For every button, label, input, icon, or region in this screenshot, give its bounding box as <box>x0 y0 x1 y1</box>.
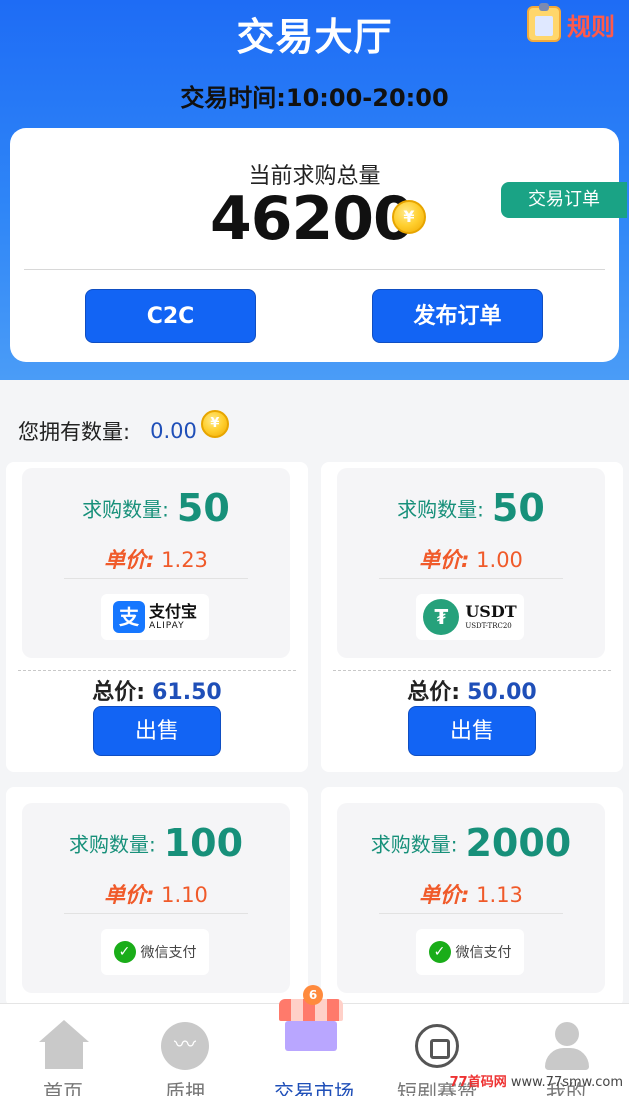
rules-label: 规则 <box>567 12 615 41</box>
home-icon <box>39 1020 89 1042</box>
dashed-divider <box>333 670 611 671</box>
payment-name: USDT <box>465 602 517 621</box>
divider <box>64 913 248 914</box>
divider <box>64 578 248 579</box>
tab-stake[interactable]: 〰 质押 <box>122 1004 248 1096</box>
alipay-logo: 支 支付宝 ALIPAY <box>101 594 209 640</box>
publish-order-button[interactable]: 发布订单 <box>372 289 543 343</box>
listing-inner: 求购数量: 50 单价: 1.00 ₮ USDT USDT-TRC20 <box>337 468 605 658</box>
alipay-icon: 支 <box>112 601 145 633</box>
shop-badge: 6 <box>303 985 323 1005</box>
rules-button[interactable]: 规则 <box>527 3 615 42</box>
price-label: 单价: <box>419 548 470 572</box>
total-label: 总价: <box>92 680 146 705</box>
qty-value: 50 <box>176 486 230 530</box>
divider <box>379 913 563 914</box>
payment-name: 微信支付 <box>455 945 512 961</box>
listing-card: 求购数量: 50 单价: 1.23 支 支付宝 ALIPAY 总价: 61.50 … <box>6 462 308 772</box>
qty-value: 50 <box>491 486 545 530</box>
coin-icon: ¥ <box>392 200 426 234</box>
header-banner: 交易大厅 规则 交易时间:10:00-20:00 当前求购总量 46200 ¥ … <box>0 0 629 380</box>
qty-label: 求购数量: <box>370 832 458 857</box>
divider <box>24 269 605 270</box>
payment-name: 微信支付 <box>140 945 197 961</box>
watermark: 77首码网 www.77smw.com <box>449 1075 623 1090</box>
payment-name: 支付宝 <box>148 601 197 621</box>
price-value: 1.23 <box>161 548 208 572</box>
price-label: 单价: <box>104 548 155 572</box>
qty-value: 2000 <box>465 821 572 865</box>
coin-icon: ¥ <box>200 410 229 438</box>
usdt-logo: ₮ USDT USDT-TRC20 <box>416 594 524 640</box>
trade-orders-button[interactable]: 交易订单 <box>501 182 627 218</box>
c2c-button[interactable]: C2C <box>85 289 256 343</box>
listing-inner: 求购数量: 50 单价: 1.23 支 支付宝 ALIPAY <box>22 468 290 658</box>
qty-label: 求购数量: <box>68 832 156 857</box>
wechat-icon: ✓ <box>113 941 136 963</box>
holding-row: 您拥有数量: 0.00 ¥ <box>18 410 229 446</box>
price-value: 1.13 <box>476 883 523 907</box>
sell-button[interactable]: 出售 <box>93 706 221 756</box>
sell-button[interactable]: 出售 <box>408 706 536 756</box>
holding-label: 您拥有数量: <box>18 420 131 444</box>
tab-label: 交易市场 <box>274 1080 354 1096</box>
listing-card: 求购数量: 2000 单价: 1.13 ✓ 微信支付 <box>321 787 623 1007</box>
tab-label: 质押 <box>165 1080 205 1096</box>
tab-label: 首页 <box>43 1080 83 1096</box>
wechat-icon: ✓ <box>428 941 451 963</box>
summary-total: 46200 <box>210 184 415 254</box>
price-label: 单价: <box>104 883 155 907</box>
total-label: 总价: <box>407 680 461 705</box>
tab-home[interactable]: 首页 <box>0 1004 126 1096</box>
price-value: 1.00 <box>476 548 523 572</box>
shop-icon[interactable]: 6 <box>275 985 347 1055</box>
listing-inner: 求购数量: 100 单价: 1.10 ✓ 微信支付 <box>22 803 290 993</box>
listing-card: 求购数量: 100 单价: 1.10 ✓ 微信支付 <box>6 787 308 1007</box>
price-label: 单价: <box>419 883 470 907</box>
user-icon <box>555 1022 579 1046</box>
stop-icon <box>415 1024 459 1068</box>
trade-time: 交易时间:10:00-20:00 <box>180 84 449 112</box>
payment-subname: USDT-TRC20 <box>465 622 512 630</box>
wechat-pay-logo: ✓ 微信支付 <box>416 929 524 975</box>
total-value: 61.50 <box>152 680 222 705</box>
divider <box>379 578 563 579</box>
holding-value: 0.00 <box>150 419 197 443</box>
tether-icon: ₮ <box>423 599 460 635</box>
summary-card: 当前求购总量 46200 ¥ 交易订单 C2C 发布订单 <box>10 128 627 362</box>
listing-card: 求购数量: 50 单价: 1.00 ₮ USDT USDT-TRC20 总价: 5… <box>321 462 623 772</box>
payment-subname: ALIPAY <box>148 620 185 631</box>
qty-value: 100 <box>163 821 244 865</box>
total-value: 50.00 <box>467 680 537 705</box>
dashed-divider <box>18 670 296 671</box>
qty-label: 求购数量: <box>397 497 484 522</box>
clipboard-icon <box>527 3 561 42</box>
wechat-pay-logo: ✓ 微信支付 <box>101 929 209 975</box>
listing-inner: 求购数量: 2000 单价: 1.13 ✓ 微信支付 <box>337 803 605 993</box>
price-value: 1.10 <box>161 883 208 907</box>
pulse-icon: 〰 <box>161 1022 209 1070</box>
qty-label: 求购数量: <box>82 497 169 522</box>
